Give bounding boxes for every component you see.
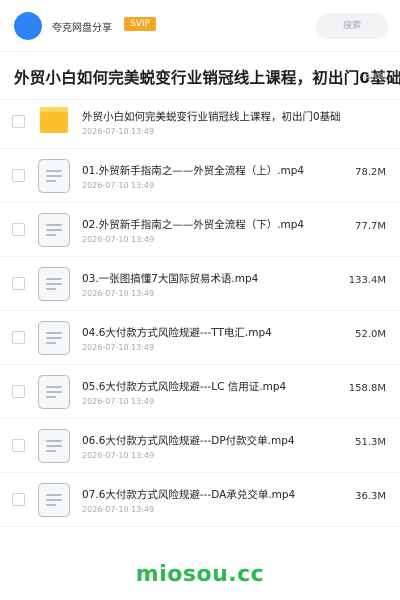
file-name: 外贸小白如何完美蜕变行业销冠线上课程，初出门0基础	[82, 111, 341, 123]
file-icon	[38, 321, 70, 355]
file-name: 01.外贸新手指南之——外贸全流程（上）.mp4	[82, 165, 305, 177]
file-name: 02.外贸新手指南之——外贸全流程（下）.mp4	[82, 219, 305, 231]
file-size: 51.3M	[355, 437, 386, 448]
file-icon	[38, 429, 70, 463]
list-item[interactable]: 外贸小白如何完美蜕变行业销冠线上课程，初出门0基础 2026-07-10 13:…	[0, 95, 400, 149]
list-item[interactable]: 06.6大付款方式风险规避---DP付款交单.mp4 2026-07-10 13…	[0, 419, 400, 473]
file-icon	[38, 483, 70, 517]
file-list: 外贸小白如何完美蜕变行业销冠线上课程，初出门0基础 2026-07-10 13:…	[0, 95, 400, 527]
row-checkbox[interactable]	[12, 223, 25, 236]
row-checkbox[interactable]	[12, 331, 25, 344]
file-size: 52.0M	[355, 329, 386, 340]
svip-badge[interactable]: SVIP	[124, 17, 156, 31]
row-checkbox[interactable]	[12, 493, 25, 506]
folder-icon	[40, 107, 68, 133]
row-checkbox[interactable]	[12, 385, 25, 398]
file-icon	[38, 213, 70, 247]
watermark-text: miosou.cc	[135, 562, 265, 587]
file-date: 2026-07-10 13:49	[82, 181, 155, 190]
file-name: 03.一张图搞懂7大国际贸易术语.mp4	[82, 273, 259, 285]
list-item[interactable]: 04.6大付款方式风险规避---TT电汇.mp4 2026-07-10 13:4…	[0, 311, 400, 365]
file-icon	[38, 267, 70, 301]
list-item[interactable]: 07.6大付款方式风险规避---DA承兑交单.mp4 2026-07-10 13…	[0, 473, 400, 527]
row-checkbox[interactable]	[12, 277, 25, 290]
file-size: 36.3M	[355, 491, 386, 502]
row-checkbox[interactable]	[12, 115, 25, 128]
file-name: 06.6大付款方式风险规避---DP付款交单.mp4	[82, 435, 295, 447]
file-date: 2026-07-10 13:49	[82, 289, 155, 298]
file-date: 2026-07-10 13:49	[82, 127, 155, 136]
row-checkbox[interactable]	[12, 439, 25, 452]
file-date: 2026-07-10 13:49	[82, 235, 155, 244]
title-bar: 外贸小白如何完美蜕变行业销冠线上课程，初出门0基础 共8项	[0, 52, 400, 100]
file-icon	[38, 375, 70, 409]
top-header: 夸克网盘分享 SVIP 搜索	[0, 0, 400, 52]
file-icon	[38, 159, 70, 193]
file-size: 133.4M	[348, 275, 386, 286]
search-input[interactable]: 搜索	[316, 13, 388, 39]
file-size: 78.2M	[355, 167, 386, 178]
file-size: 158.8M	[348, 383, 386, 394]
avatar[interactable]	[14, 12, 42, 40]
list-item[interactable]: 02.外贸新手指南之——外贸全流程（下）.mp4 2026-07-10 13:4…	[0, 203, 400, 257]
file-name: 04.6大付款方式风险规避---TT电汇.mp4	[82, 327, 272, 339]
page-title: 外贸小白如何完美蜕变行业销冠线上课程，初出门0基础	[14, 69, 400, 87]
file-date: 2026-07-10 13:49	[82, 505, 155, 514]
list-item[interactable]: 05.6大付款方式风险规避---LC 信用证.mp4 2026-07-10 13…	[0, 365, 400, 419]
file-date: 2026-07-10 13:49	[82, 343, 155, 352]
app-name: 夸克网盘分享	[52, 23, 112, 34]
file-size: 77.7M	[355, 221, 386, 232]
file-date: 2026-07-10 13:49	[82, 397, 155, 406]
file-name: 05.6大付款方式风险规避---LC 信用证.mp4	[82, 381, 287, 393]
list-item[interactable]: 03.一张图搞懂7大国际贸易术语.mp4 2026-07-10 13:49 13…	[0, 257, 400, 311]
row-checkbox[interactable]	[12, 169, 25, 182]
file-name: 07.6大付款方式风险规避---DA承兑交单.mp4	[82, 489, 296, 501]
file-date: 2026-07-10 13:49	[82, 451, 155, 460]
list-item[interactable]: 01.外贸新手指南之——外贸全流程（上）.mp4 2026-07-10 13:4…	[0, 149, 400, 203]
item-count: 共8项	[362, 73, 386, 83]
